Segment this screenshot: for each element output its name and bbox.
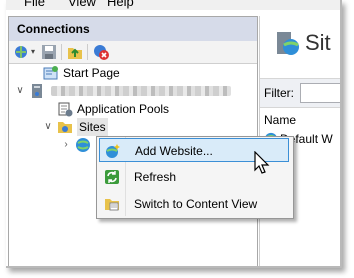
filter-bar: Filter:	[260, 78, 340, 108]
menu-item-switch-to-content-view[interactable]: Switch to Content View	[99, 192, 289, 216]
connections-header: Connections	[9, 17, 257, 41]
dropdown-arrow-icon[interactable]: ▾	[31, 47, 35, 56]
add-website-icon	[106, 144, 120, 158]
expand-icon[interactable]: ›	[61, 136, 71, 154]
menu-file[interactable]: File	[24, 0, 45, 9]
mouse-cursor-icon	[254, 151, 270, 174]
collapse-icon[interactable]: ∨	[15, 82, 25, 100]
connect-icon[interactable]	[14, 44, 30, 60]
start-page-icon	[43, 66, 58, 80]
tree-label: Sites	[77, 118, 108, 136]
toolbar-separator	[87, 44, 88, 60]
iis-manager-window: File View Help Connections ▾ Start Page …	[6, 0, 342, 268]
menu-help[interactable]: Help	[107, 0, 134, 9]
tree-item-start-page[interactable]: Start Page	[9, 64, 249, 82]
tree-item-application-pools[interactable]: Application Pools	[9, 100, 249, 118]
refresh-icon	[105, 170, 119, 184]
sites-header-icon	[277, 32, 299, 55]
filter-label: Filter:	[264, 86, 294, 100]
page-title: Sit	[305, 30, 331, 55]
context-menu: Add Website... Refresh Switch to Content…	[96, 136, 294, 219]
menu-label: Add Website...	[135, 144, 213, 158]
tree-item-sites[interactable]: ∨ Sites	[9, 118, 249, 136]
filter-input[interactable]	[300, 83, 340, 103]
server-icon	[32, 84, 42, 98]
disconnect-icon[interactable]	[93, 44, 109, 60]
server-name-redacted	[51, 86, 231, 96]
content-view-icon	[105, 199, 119, 211]
website-globe-icon	[76, 138, 90, 152]
save-icon[interactable]	[41, 44, 57, 60]
tree-label: Start Page	[63, 66, 120, 80]
up-folder-icon[interactable]	[67, 44, 83, 60]
name-column-header[interactable]: Name	[264, 113, 296, 127]
collapse-icon[interactable]: ∨	[43, 118, 53, 136]
tree-label: Application Pools	[77, 102, 170, 116]
toolbar-separator	[61, 44, 62, 60]
tree-item-server[interactable]: ∨	[9, 82, 249, 100]
sites-folder-icon	[58, 122, 72, 133]
menu-label: Refresh	[134, 170, 177, 184]
menu-view[interactable]: View	[68, 0, 96, 9]
application-pools-icon	[58, 102, 73, 117]
menu-bar: File View Help	[6, 0, 340, 10]
menu-label: Switch to Content View	[134, 197, 258, 211]
connections-toolbar: ▾	[9, 41, 257, 64]
